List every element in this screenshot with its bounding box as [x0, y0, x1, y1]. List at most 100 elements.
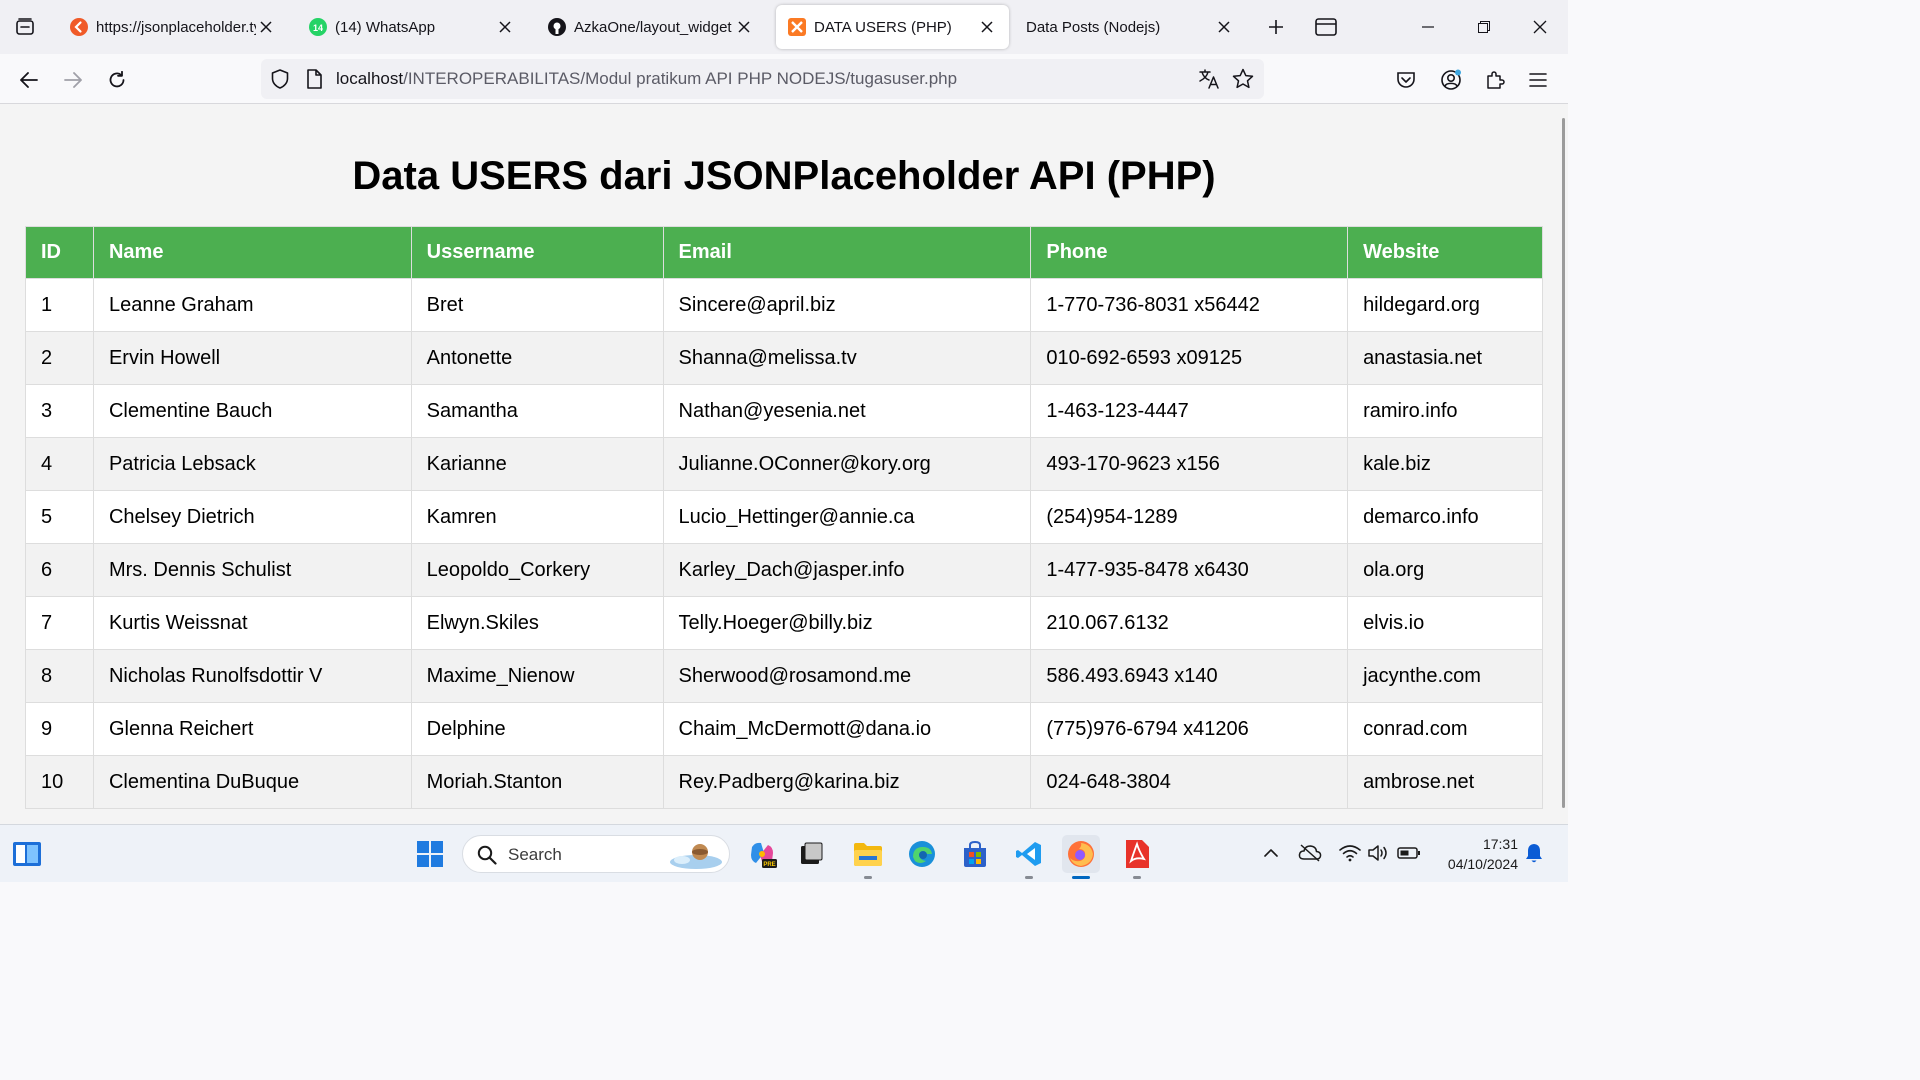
cell-email: Telly.Hoeger@billy.biz — [662, 596, 1032, 650]
onedrive-tray-button[interactable] — [1297, 840, 1323, 866]
notifications-button[interactable] — [1521, 840, 1547, 866]
firefox-view-icon — [1315, 18, 1337, 36]
close-tab-icon[interactable] — [734, 17, 754, 37]
network-tray-button[interactable] — [1337, 840, 1363, 866]
cell-website: ramiro.info — [1347, 384, 1543, 438]
bookmark-star-icon[interactable] — [1232, 68, 1254, 95]
cell-id: 5 — [25, 490, 94, 544]
extensions-button[interactable] — [1479, 64, 1511, 96]
battery-tray-button[interactable] — [1396, 840, 1422, 866]
taskbar-app-microsoft-store[interactable] — [956, 835, 994, 873]
cell-website: demarco.info — [1347, 490, 1543, 544]
tab-jsonplaceholder[interactable]: https://jsonplaceholder.typicode.com/use… — [58, 5, 288, 49]
column-header-name: Name — [92, 226, 412, 279]
forward-button[interactable] — [57, 64, 89, 96]
taskbar-app-task-view[interactable] — [792, 835, 830, 873]
cell-name: Leanne Graham — [92, 278, 412, 332]
url-text[interactable]: localhost/INTEROPERABILITAS/Modul pratik… — [336, 69, 957, 89]
table-row: 9 Glenna Reichert Delphine Chaim_McDermo… — [25, 702, 1543, 756]
hamburger-menu-icon — [1529, 73, 1547, 87]
list-all-tabs-button[interactable] — [0, 0, 50, 54]
edge-icon — [909, 841, 935, 867]
whatsapp-icon: 14 — [309, 18, 327, 36]
taskbar-app-firefox[interactable] — [1062, 835, 1100, 879]
new-tab-button[interactable] — [1262, 13, 1290, 41]
translate-icon[interactable] — [1198, 68, 1220, 95]
minimize-button[interactable] — [1400, 0, 1456, 54]
table-row: 6 Mrs. Dennis Schulist Leopoldo_Corkery … — [25, 543, 1543, 597]
show-hidden-icons-button[interactable] — [1258, 840, 1284, 866]
close-tab-icon[interactable] — [256, 17, 276, 37]
table-row: 10 Clementina DuBuque Moriah.Stanton Rey… — [25, 755, 1543, 809]
arrow-left-icon — [20, 72, 38, 88]
account-button[interactable] — [1435, 64, 1467, 96]
table-row: 4 Patricia Lebsack Karianne Julianne.OCo… — [25, 437, 1543, 491]
tracking-protection-shield-icon[interactable] — [271, 69, 289, 94]
address-bar[interactable]: localhost/INTEROPERABILITAS/Modul pratik… — [261, 59, 1264, 99]
search-icon — [477, 845, 497, 870]
taskbar-search-box[interactable]: Search — [462, 835, 730, 873]
cell-name: Glenna Reichert — [92, 702, 412, 756]
system-clock[interactable]: 17:31 04/10/2024 — [1428, 834, 1518, 874]
firefox-view-button[interactable] — [1298, 0, 1354, 54]
cell-name: Kurtis Weissnat — [92, 596, 412, 650]
taskbar-app-pdf[interactable] — [1118, 835, 1156, 879]
tab-whatsapp[interactable]: 14 (14) WhatsApp — [297, 5, 527, 49]
tab-data-posts-nodejs[interactable]: Data Posts (Nodejs) — [1014, 5, 1246, 49]
column-header-phone: Phone — [1030, 226, 1349, 279]
page-info-icon[interactable] — [306, 69, 322, 94]
app-menu-button[interactable] — [1522, 64, 1554, 96]
vertical-scrollbar[interactable] — [1562, 118, 1565, 808]
cell-website: hildegard.org — [1347, 278, 1543, 332]
windows-logo-icon — [417, 841, 443, 867]
cell-id: 10 — [25, 755, 94, 809]
clock-date: 04/10/2024 — [1447, 856, 1518, 872]
xampp-icon — [788, 18, 806, 36]
table-row: 2 Ervin Howell Antonette Shanna@melissa.… — [25, 331, 1543, 385]
close-tab-icon[interactable] — [495, 17, 515, 37]
volume-tray-button[interactable] — [1365, 840, 1391, 866]
cell-name: Chelsey Dietrich — [92, 490, 412, 544]
close-tab-icon[interactable] — [977, 17, 997, 37]
close-window-button[interactable] — [1512, 0, 1568, 54]
pdf-icon — [1126, 840, 1149, 868]
cell-phone: (775)976-6794 x41206 — [1030, 702, 1349, 756]
pocket-button[interactable] — [1390, 64, 1422, 96]
cell-email: Sherwood@rosamond.me — [662, 649, 1032, 703]
tab-title: AzkaOne/layout_widget — [574, 18, 732, 36]
widgets-button[interactable] — [8, 835, 46, 873]
svg-text:PRE: PRE — [763, 862, 775, 868]
whatsapp-badge: 14 — [313, 23, 323, 33]
cell-name: Patricia Lebsack — [92, 437, 412, 491]
back-button[interactable] — [13, 64, 45, 96]
puzzle-icon — [1487, 71, 1505, 89]
taskbar-app-edge[interactable] — [903, 835, 941, 873]
cell-email: Rey.Padberg@karina.biz — [662, 755, 1032, 809]
taskbar-app-vscode[interactable] — [1010, 835, 1048, 879]
page-content: Data USERS dari JSONPlaceholder API (PHP… — [0, 104, 1568, 824]
taskbar-app-file-explorer[interactable] — [849, 835, 887, 879]
cell-phone: 1-477-935-8478 x6430 — [1030, 543, 1349, 597]
folder-icon — [854, 843, 882, 866]
table-row: 8 Nicholas Runolfsdottir V Maxime_Nienow… — [25, 649, 1543, 703]
cell-phone: 1-770-736-8031 x56442 — [1030, 278, 1349, 332]
tab-data-users-php[interactable]: DATA USERS (PHP) — [776, 5, 1009, 49]
taskbar-app-copilot[interactable]: PRE — [743, 835, 781, 873]
tab-title: (14) WhatsApp — [335, 18, 436, 36]
tab-title: Data Posts (Nodejs) — [1026, 18, 1161, 36]
reload-button[interactable] — [101, 64, 133, 96]
cell-username: Leopoldo_Corkery — [410, 543, 664, 597]
reload-icon — [109, 71, 125, 88]
url-host: localhost — [336, 69, 404, 88]
clock-time: 17:31 — [1482, 836, 1518, 852]
cell-email: Shanna@melissa.tv — [662, 331, 1032, 385]
cell-username: Samantha — [410, 384, 664, 438]
close-tab-icon[interactable] — [1214, 17, 1234, 37]
table-row: 5 Chelsey Dietrich Kamren Lucio_Hettinge… — [25, 490, 1543, 544]
tab-bar: https://jsonplaceholder.typicode.com/use… — [0, 0, 1568, 54]
tab-github[interactable]: AzkaOne/layout_widget — [536, 5, 766, 49]
table-row: 3 Clementine Bauch Samantha Nathan@yesen… — [25, 384, 1543, 438]
store-icon — [964, 840, 986, 867]
restore-button[interactable] — [1456, 0, 1512, 54]
start-button[interactable] — [411, 835, 449, 873]
